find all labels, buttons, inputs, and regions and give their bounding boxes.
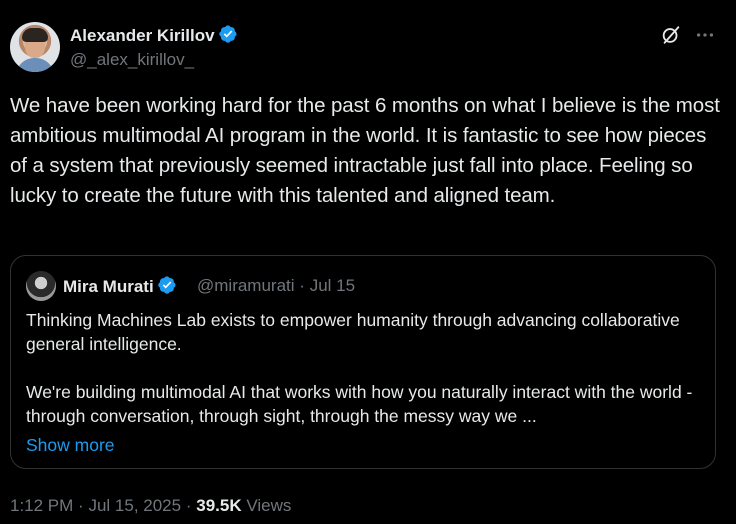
quoted-author-handle[interactable]: @miramurati <box>197 276 295 295</box>
tweet-timestamp-line: 1:12 PM · Jul 15, 2025 · 39.5K Views <box>10 495 291 517</box>
author-name-text: Alexander Kirillov <box>70 26 215 45</box>
timestamp-separator: · <box>185 496 192 515</box>
meta-separator: · <box>299 276 305 295</box>
author-display-name[interactable]: Alexander Kirillov <box>70 24 238 46</box>
views-label: Views <box>246 496 292 515</box>
grok-icon[interactable] <box>660 24 682 46</box>
author-handle[interactable]: @_alex_kirillov_ <box>70 50 194 70</box>
avatar-shirt <box>16 58 54 72</box>
author-avatar[interactable] <box>10 22 60 72</box>
verified-badge-icon <box>157 276 176 294</box>
quoted-tweet-meta: @miramurati · Jul 15 <box>197 276 355 296</box>
quoted-author-display-name[interactable]: Mira Murati <box>63 275 177 297</box>
tweet-date[interactable]: Jul 15, 2025 <box>88 496 181 515</box>
quoted-tweet-text: Thinking Machines Lab exists to empower … <box>26 310 693 426</box>
tweet: Alexander Kirillov @_alex_kirillov_ We h… <box>0 0 736 524</box>
quoted-tweet-card[interactable]: Mira Murati @miramurati · Jul 15 Thinkin… <box>10 255 716 469</box>
timestamp-separator: · <box>78 496 84 515</box>
quoted-author-name-text: Mira Murati <box>63 277 154 296</box>
tweet-time[interactable]: 1:12 PM <box>10 496 73 515</box>
verified-badge-icon <box>218 25 237 43</box>
more-options-icon[interactable] <box>694 24 716 46</box>
tweet-text: We have been working hard for the past 6… <box>10 94 720 207</box>
quoted-author-avatar[interactable] <box>26 271 56 301</box>
views-count: 39.5K <box>196 496 242 515</box>
avatar-hair <box>22 28 48 42</box>
quoted-tweet-date[interactable]: Jul 15 <box>310 276 355 295</box>
show-more-link[interactable]: Show more <box>26 433 115 457</box>
